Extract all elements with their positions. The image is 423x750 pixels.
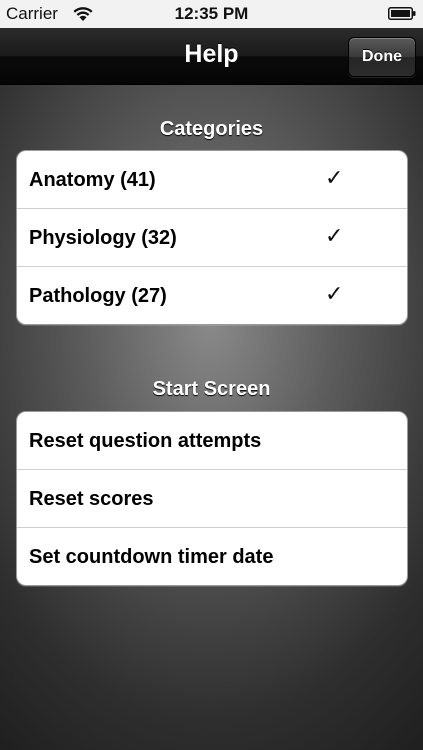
option-label: Set countdown timer date [29, 546, 274, 568]
option-label: Reset question attempts [29, 430, 262, 452]
category-label: Pathology (27) [29, 285, 167, 307]
category-row-pathology[interactable]: Pathology (27) ✓ [17, 267, 407, 324]
start-screen-section-header: Start Screen [152, 378, 271, 400]
categories-group: Anatomy (41) ✓ Physiology (32) ✓ Patholo… [16, 150, 408, 325]
help-screen: Carrier 12:35 PM Help Done Categories An… [0, 0, 423, 750]
set-countdown-timer-date-row[interactable]: Set countdown timer date [17, 528, 407, 585]
categories-section-header: Categories [159, 118, 264, 140]
done-button[interactable]: Done [348, 37, 416, 77]
reset-scores-row[interactable]: Reset scores [17, 470, 407, 528]
checkmark-icon: ✓ [325, 166, 344, 191]
reset-question-attempts-row[interactable]: Reset question attempts [17, 412, 407, 470]
navigation-bar: Help Done [0, 28, 423, 85]
checkmark-icon: ✓ [325, 282, 344, 307]
status-time: 12:35 PM [174, 4, 249, 23]
status-bar: Carrier 12:35 PM [0, 0, 423, 28]
category-label: Anatomy (41) [29, 169, 156, 191]
category-row-physiology[interactable]: Physiology (32) ✓ [17, 209, 407, 267]
checkmark-icon: ✓ [325, 224, 344, 249]
option-label: Reset scores [29, 488, 154, 510]
start-screen-group: Reset question attempts Reset scores Set… [16, 411, 408, 586]
battery-icon [388, 7, 416, 20]
category-label: Physiology (32) [29, 227, 177, 249]
category-row-anatomy[interactable]: Anatomy (41) ✓ [17, 151, 407, 209]
